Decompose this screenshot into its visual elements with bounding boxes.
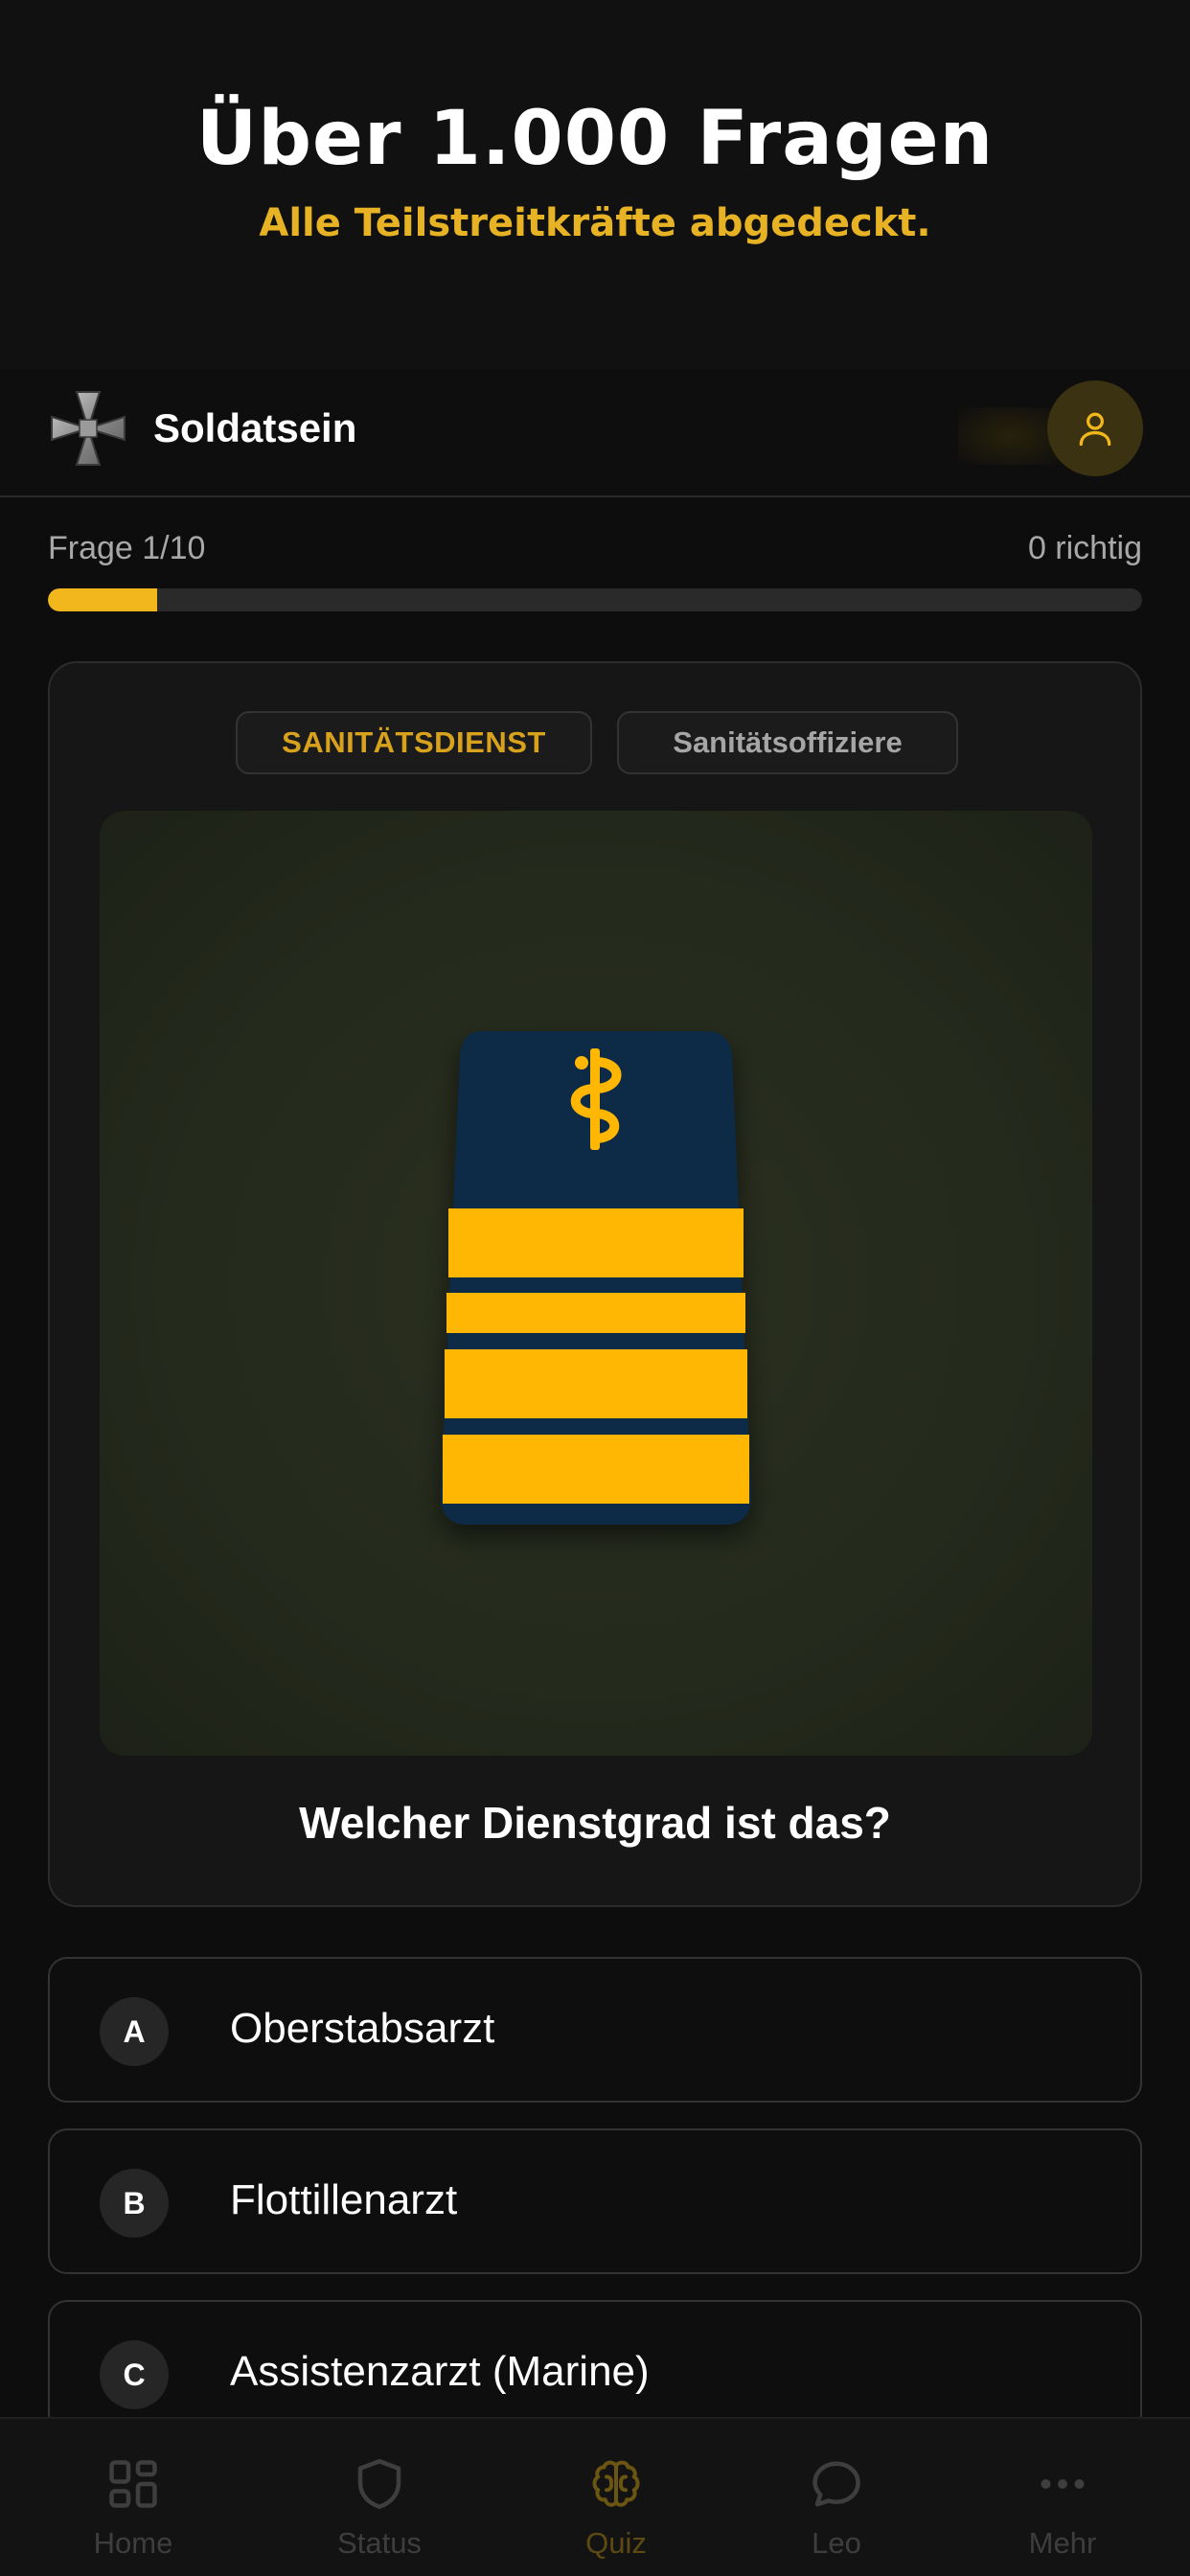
- subcategory-tag: Sanitätsoffiziere: [617, 711, 958, 774]
- rank-stripes: [443, 1208, 749, 1504]
- profile-button[interactable]: [1047, 380, 1143, 476]
- insignia-image: [100, 811, 1092, 1756]
- shoulder-board-insignia: [441, 1031, 751, 1525]
- brain-icon: [592, 2460, 640, 2507]
- progress-bar-fill: [48, 588, 158, 611]
- promo-subtitle: Alle Teilstreitkräfte abgedeckt.: [259, 201, 931, 245]
- user-icon: [1079, 412, 1111, 447]
- answer-letter-badge: B: [100, 2169, 169, 2238]
- tab-quiz[interactable]: Quiz: [497, 2419, 735, 2576]
- shield-icon: [357, 2459, 401, 2509]
- tab-leo[interactable]: Leo: [718, 2419, 955, 2576]
- promo-banner: Über 1.000 Fragen Alle Teilstreitkräfte …: [0, 0, 1190, 369]
- progress-bar: [48, 588, 1142, 611]
- app-name: Soldatsein: [153, 405, 357, 450]
- answer-letter-badge: C: [100, 2340, 169, 2409]
- answer-letter-badge: A: [100, 1997, 169, 2066]
- tab-status[interactable]: Status: [261, 2419, 498, 2576]
- iron-cross-icon: [51, 391, 126, 466]
- answer-text: Oberstabsarzt: [230, 2005, 495, 2052]
- answer-option-b[interactable]: B Flottillenarzt: [48, 2128, 1142, 2274]
- question-counter: Frage 1/10: [48, 530, 206, 566]
- chat-bubble-icon: [812, 2461, 860, 2507]
- question-text: Welcher Dienstgrad ist das?: [299, 1798, 891, 1848]
- tab-home[interactable]: Home: [14, 2419, 252, 2576]
- grid-icon: [109, 2460, 157, 2508]
- answer-text: Assistenzarzt (Marine): [230, 2348, 650, 2395]
- bottom-tab-bar: Home Status Quiz Leo Mehr: [0, 2417, 1190, 2576]
- score-counter: 0 richtig: [1027, 530, 1142, 566]
- tab-label: Mehr: [1028, 2526, 1097, 2560]
- app-header: Soldatsein: [0, 369, 1190, 497]
- tab-label: Quiz: [585, 2526, 647, 2560]
- question-card: SANITÄTSDIENST Sanitätsoffiziere Welcher…: [48, 661, 1142, 1907]
- category-tag: SANITÄTSDIENST: [236, 711, 592, 774]
- promo-title: Über 1.000 Fragen: [195, 96, 995, 182]
- tab-label: Status: [337, 2526, 422, 2560]
- answer-text: Flottillenarzt: [230, 2176, 458, 2223]
- tab-label: Leo: [812, 2526, 861, 2560]
- tab-label: Home: [93, 2526, 173, 2560]
- tab-mehr[interactable]: Mehr: [944, 2419, 1181, 2576]
- answer-option-a[interactable]: A Oberstabsarzt: [48, 1957, 1142, 2103]
- more-dots-icon: [1041, 2479, 1085, 2489]
